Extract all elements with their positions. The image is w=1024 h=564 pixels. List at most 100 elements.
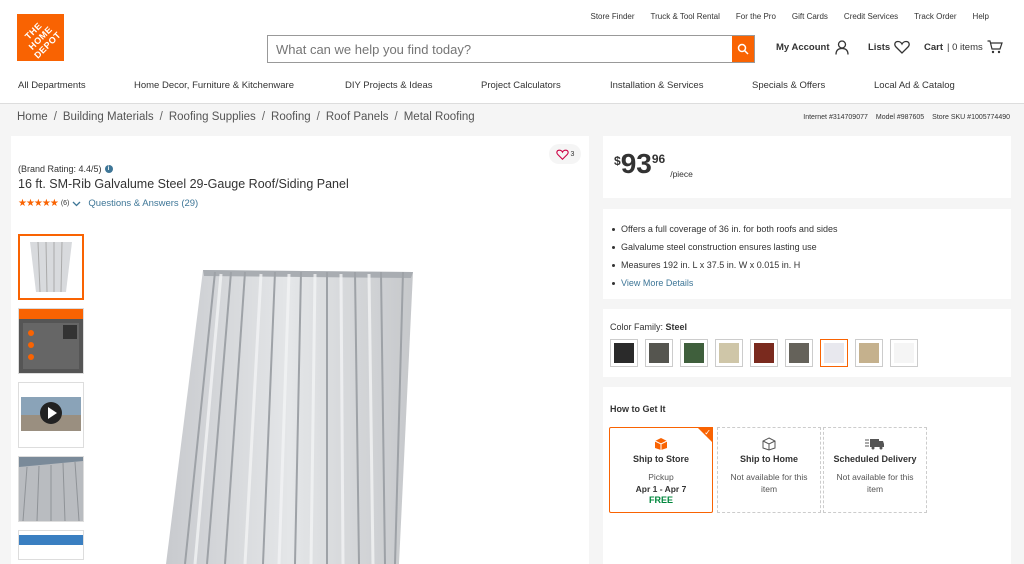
package-icon (654, 438, 668, 450)
nav-project-calculators[interactable]: Project Calculators (481, 80, 561, 91)
price-unit: /piece (670, 169, 693, 179)
breadcrumb-roofing[interactable]: Roofing (271, 111, 311, 123)
color-swatch-fill (859, 343, 879, 363)
search-icon (737, 43, 749, 55)
breadcrumb-separator: / (261, 111, 266, 123)
ship-to-store-dates: Apr 1 - Apr 7 (635, 484, 687, 494)
color-swatch-fill (649, 343, 669, 363)
thumbnail-panel[interactable] (18, 234, 84, 300)
thumbnail-roof[interactable] (18, 456, 84, 522)
color-swatch-fill (754, 343, 774, 363)
breadcrumb-metal-roofing[interactable]: Metal Roofing (404, 111, 475, 123)
nav-home-decor[interactable]: Home Decor, Furniture & Kitchenware (134, 80, 294, 91)
view-more-details-link[interactable]: View More Details (612, 274, 837, 292)
scheduled-delivery-status: Not available for this (836, 472, 914, 482)
ship-to-home-title: Ship to Home (740, 454, 798, 464)
color-swatch-fill (684, 343, 704, 363)
roof-panel-image (166, 270, 413, 564)
breadcrumb-separator: / (53, 111, 57, 123)
breadcrumb-separator: / (316, 111, 320, 123)
utility-for-the-pro[interactable]: For the Pro (736, 12, 776, 21)
price-cents: 96 (651, 152, 666, 166)
nav-local-ad[interactable]: Local Ad & Catalog (874, 80, 955, 91)
lists-label: Lists (868, 41, 891, 53)
color-swatch[interactable] (855, 339, 883, 367)
home-depot-logo[interactable]: THE HOME DEPOT (17, 14, 64, 61)
favorite-count: 3 (570, 150, 575, 158)
ship-to-store-option[interactable]: ✓ Ship to Store Pickup Apr 1 - Apr 7 FRE… (609, 427, 713, 513)
highlights-card: Offers a full coverage of 36 in. for bot… (603, 209, 1011, 299)
color-swatch[interactable] (680, 339, 708, 367)
check-icon: ✓ (704, 428, 711, 437)
color-swatches (610, 339, 918, 367)
utility-gift-cards[interactable]: Gift Cards (792, 12, 828, 21)
color-family-text: Color Family: (610, 322, 664, 332)
cart-link[interactable]: Cart | 0 items (924, 40, 1003, 54)
thumbnail-video[interactable] (18, 382, 84, 448)
color-swatch[interactable] (610, 339, 638, 367)
delivery-truck-icon (865, 439, 884, 450)
breadcrumb-bar: Home / Building Materials / Roofing Suppli… (0, 104, 1024, 132)
product-media-panel: 3 (Brand Rating: 4.4/5) i 16 ft. SM-Rib … (11, 136, 589, 564)
color-swatch-fill (894, 343, 914, 363)
price-dollars: 93 (620, 148, 652, 179)
color-swatch-fill (719, 343, 739, 363)
my-account-link[interactable]: My Account (776, 40, 850, 55)
info-icon[interactable]: i (104, 165, 113, 173)
chevron-down-icon[interactable] (72, 201, 81, 207)
price-currency: $ (614, 154, 621, 168)
color-swatch-fill (614, 343, 634, 363)
main-product-image[interactable] (151, 248, 421, 564)
lists-link[interactable]: Lists (868, 40, 911, 54)
breadcrumb-home[interactable]: Home (17, 111, 48, 123)
nav-specials-offers[interactable]: Specials & Offers (752, 80, 825, 91)
model-number: Model #987605 (875, 114, 925, 121)
product-highlights: Offers a full coverage of 36 in. for bot… (612, 220, 837, 292)
thumbnail-label[interactable] (18, 308, 84, 374)
scheduled-delivery-title: Scheduled Delivery (833, 454, 917, 464)
scheduled-delivery-option[interactable]: Scheduled Delivery Not available for thi… (823, 427, 927, 513)
color-swatch[interactable] (890, 339, 918, 367)
store-sku: Store SKU #1005774490 (932, 114, 1010, 121)
color-swatch[interactable] (750, 339, 778, 367)
thumbnail-house[interactable] (18, 530, 84, 560)
favorite-button[interactable]: 3 (549, 144, 581, 164)
color-family-value: Steel (665, 322, 688, 332)
video-thumbnail-image (19, 383, 83, 447)
breadcrumb-roofing-supplies[interactable]: Roofing Supplies (169, 111, 256, 123)
ship-to-home-option[interactable]: Ship to Home Not available for this item (717, 427, 821, 513)
color-swatch[interactable] (645, 339, 673, 367)
box-icon (762, 437, 776, 451)
color-swatch-fill (824, 343, 844, 363)
breadcrumb: Home / Building Materials / Roofing Suppli… (17, 111, 475, 123)
color-swatch[interactable] (785, 339, 813, 367)
nav-diy-projects[interactable]: DIY Projects & Ideas (345, 80, 432, 91)
utility-help[interactable]: Help (973, 12, 989, 21)
breadcrumb-separator: / (159, 111, 163, 123)
product-price: $ 93 96 /piece (614, 148, 693, 180)
price-card: $ 93 96 /piece (603, 136, 1011, 198)
color-swatch[interactable] (820, 339, 848, 367)
breadcrumb-roof-panels[interactable]: Roof Panels (326, 111, 389, 123)
utility-track-order[interactable]: Track Order (914, 12, 956, 21)
how-to-get-it-card: How to Get It ✓ Ship to Store Pickup Apr… (603, 387, 1011, 564)
ship-to-store-title: Ship to Store (633, 454, 689, 464)
brand-rating-text: (Brand Rating: 4.4/5) (18, 164, 102, 174)
review-count[interactable]: (6) (61, 200, 70, 207)
questions-answers-link[interactable]: Questions & Answers (29) (88, 198, 198, 209)
utility-truck-rental[interactable]: Truck & Tool Rental (651, 12, 720, 21)
search-input[interactable] (268, 36, 718, 62)
product-page: 3 (Brand Rating: 4.4/5) i 16 ft. SM-Rib … (0, 132, 1024, 564)
nav-all-departments[interactable]: All Departments (18, 80, 86, 91)
utility-credit-services[interactable]: Credit Services (844, 12, 898, 21)
star-rating-icon[interactable]: ★★★★★ (18, 198, 59, 209)
product-ids: Internet #314709077 Model #987605 Store … (803, 114, 1010, 121)
roof-thumbnail-image (19, 457, 83, 521)
utility-store-finder[interactable]: Store Finder (590, 12, 634, 21)
search-button[interactable] (732, 36, 754, 62)
color-swatch[interactable] (715, 339, 743, 367)
internet-number: Internet #314709077 (803, 114, 868, 121)
nav-installation-services[interactable]: Installation & Services (610, 80, 703, 91)
breadcrumb-building-materials[interactable]: Building Materials (63, 111, 154, 123)
header: THE HOME DEPOT Store Finder Truck & Tool… (0, 0, 1024, 104)
